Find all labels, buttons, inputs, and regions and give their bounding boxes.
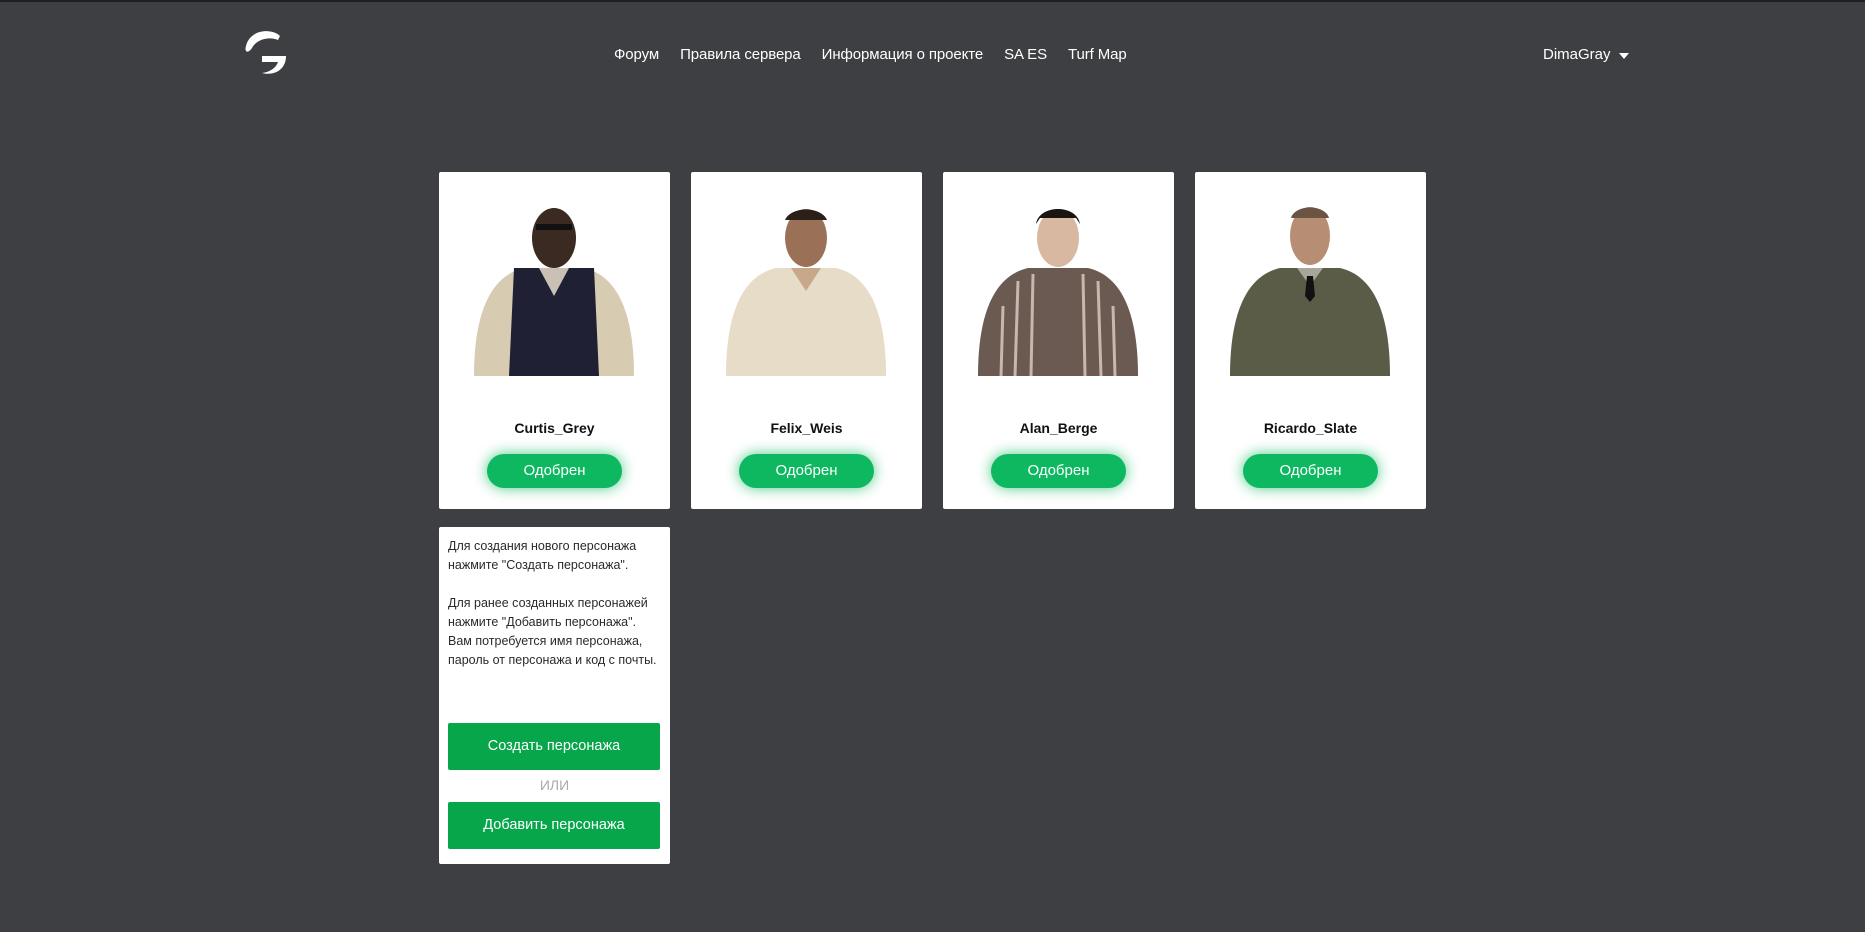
character-portrait (1230, 207, 1390, 376)
nav-link-forum[interactable]: Форум (614, 46, 659, 63)
add-character-button[interactable]: Добавить персонажа (448, 802, 660, 849)
character-actions-card: Для создания нового персонажа нажмите "С… (439, 527, 670, 864)
character-name: Ricardo_Slate (1263, 420, 1358, 436)
user-menu[interactable]: DimaGray (1543, 46, 1629, 63)
status-approved-button[interactable]: Одобрен (1243, 454, 1378, 488)
caret-down-icon (1618, 53, 1629, 59)
character-name: Alan_Berge (1019, 420, 1098, 436)
main-nav: Форум Правила сервера Информация о проек… (614, 46, 1148, 63)
character-card[interactable]: Curtis_Grey Одобрен (439, 172, 670, 509)
status-approved-button[interactable]: Одобрен (991, 454, 1126, 488)
or-separator: ИЛИ (539, 777, 570, 793)
instructions-add: Для ранее созданных персонажей нажмите "… (448, 596, 657, 667)
nav-link-turf-map[interactable]: Turf Map (1068, 46, 1127, 63)
character-portrait (726, 209, 886, 376)
character-name: Curtis_Grey (514, 420, 595, 436)
character-list: Curtis_Grey Одобрен Felix_Weis Одобрен A… (439, 172, 1426, 509)
nav-link-project-info[interactable]: Информация о проекте (822, 46, 984, 63)
character-card[interactable]: Felix_Weis Одобрен (691, 172, 922, 509)
create-character-button[interactable]: Создать персонажа (448, 723, 660, 770)
character-card[interactable]: Ricardo_Slate Одобрен (1195, 172, 1426, 509)
character-portrait (474, 208, 634, 376)
status-approved-button[interactable]: Одобрен (487, 454, 622, 488)
user-name: DimaGray (1543, 46, 1611, 63)
header: Форум Правила сервера Информация о проек… (0, 2, 1865, 102)
g-logo-icon[interactable] (240, 26, 292, 78)
character-portrait (978, 209, 1138, 376)
status-approved-button[interactable]: Одобрен (739, 454, 874, 488)
character-name: Felix_Weis (770, 420, 843, 436)
instructions-create: Для создания нового персонажа нажмите "С… (448, 539, 637, 572)
character-card[interactable]: Alan_Berge Одобрен (943, 172, 1174, 509)
instructions-text: Для создания нового персонажа нажмите "С… (448, 537, 662, 689)
nav-link-sa-es[interactable]: SA ES (1004, 46, 1047, 63)
nav-link-rules[interactable]: Правила сервера (680, 46, 801, 63)
